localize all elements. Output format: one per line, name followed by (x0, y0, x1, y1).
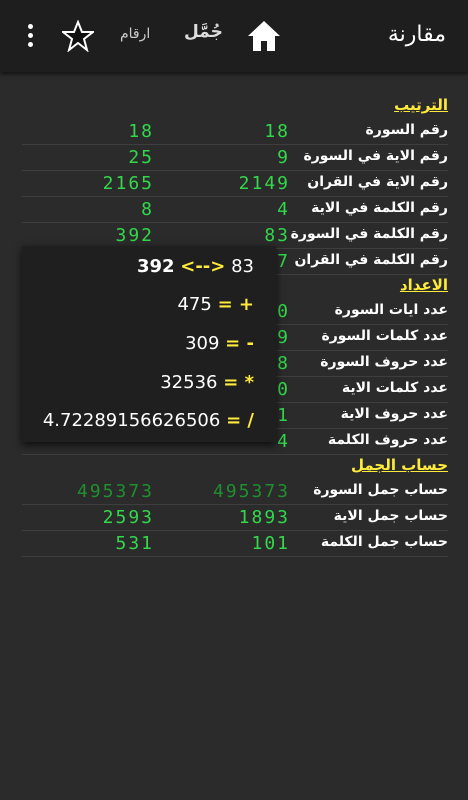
row-value-1: 495373 (212, 481, 290, 502)
row-label: رقم الكلمة في الاية (311, 200, 448, 216)
table-row: رقم الاية في القران 2149 2165 (22, 171, 448, 197)
row-label: رقم الكلمة في السورة (290, 226, 448, 242)
row-value-1: 101 (251, 533, 290, 554)
table-row: حساب جمل الكلمة 101 531 (22, 531, 448, 557)
popup-sum-row: 475 = + (177, 294, 254, 315)
row-value-1: 9 (277, 147, 290, 168)
row-value-1: 83 (264, 225, 290, 246)
app-bar: ارقام جُمَّل مقارنة (0, 0, 468, 72)
table-row: رقم الاية في السورة 9 25 (22, 145, 448, 171)
row-label: رقم السورة (365, 122, 448, 138)
row-label: رقم الكلمة في القران (294, 252, 448, 268)
row-value-2: 8 (141, 199, 154, 220)
section-jummal-header: حساب الجمل (350, 456, 448, 474)
row-value-2: 392 (115, 225, 154, 246)
home-icon[interactable] (246, 18, 282, 54)
popup-compare-b: 392 (136, 256, 175, 277)
numbers-button[interactable]: ارقام (120, 26, 150, 42)
row-label: عدد كلمات الاية (341, 380, 448, 396)
table-row: حساب جمل السورة 495373 495373 (22, 479, 448, 505)
popup-compare-row: 392 <--> 83 (137, 256, 254, 277)
row-label: حساب جمل الكلمة (320, 534, 448, 550)
row-value-2: 2593 (102, 507, 154, 528)
row-value-1: 2149 (238, 173, 290, 194)
row-label: عدد حروف السورة (320, 354, 448, 370)
popup-compare-arrow: <--> (180, 256, 226, 277)
row-label: عدد حروف الاية (340, 406, 448, 422)
row-label: رقم الاية في السورة (303, 148, 448, 164)
table-row: حساب جمل الاية 1893 2593 (22, 505, 448, 531)
jummal-button[interactable]: جُمَّل (184, 22, 223, 42)
row-label: حساب جمل الاية (333, 508, 448, 524)
row-value-2: 25 (128, 147, 154, 168)
popup-diff-row: 309 = - (185, 333, 254, 354)
calculation-popup[interactable]: 392 <--> 83 475 = + 309 = - 32536 = * 4.… (22, 246, 276, 442)
row-value-1: 4 (277, 199, 290, 220)
row-label: عدد كلمات السورة (321, 328, 448, 344)
page-title: مقارنة (387, 22, 446, 47)
row-value-1: 1893 (238, 507, 290, 528)
favorite-star-icon[interactable] (62, 20, 94, 52)
popup-product-row: 32536 = * (160, 372, 254, 393)
popup-ratio-row: 4.72289156626506 = / (42, 410, 254, 431)
row-label: حساب جمل السورة (313, 482, 448, 498)
row-label: عدد ايات السورة (334, 302, 448, 318)
row-label: عدد حروف الكلمة (327, 432, 448, 448)
row-value-2: 495373 (76, 481, 154, 502)
popup-compare-a: 83 (231, 256, 254, 277)
row-value-2: 531 (115, 533, 154, 554)
overflow-menu-icon[interactable] (22, 24, 38, 50)
row-label: رقم الاية في القران (307, 174, 448, 190)
section-order-header: الترتيب (394, 96, 448, 114)
row-value-2: 2165 (102, 173, 154, 194)
row-value-2: 18 (128, 121, 154, 142)
table-row: رقم السورة 18 18 (22, 119, 448, 145)
table-row: رقم الكلمة في الاية 4 8 (22, 197, 448, 223)
row-value-1: 18 (264, 121, 290, 142)
